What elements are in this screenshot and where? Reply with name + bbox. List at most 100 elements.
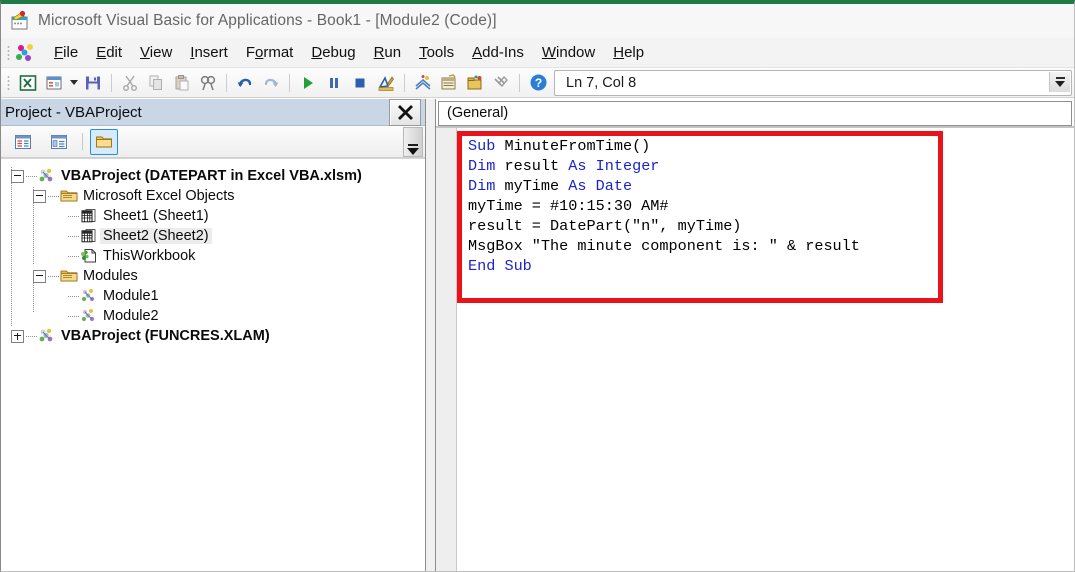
menu-item-help[interactable]: Help [604,42,653,63]
find-icon[interactable] [195,70,221,96]
pause-icon[interactable] [321,70,347,96]
code-keyword: Dim [468,157,505,175]
tree-connector [68,215,80,217]
tree-node[interactable]: Microsoft Excel Objects [7,186,425,206]
insert-userform-icon[interactable] [41,70,67,96]
toolbar-drag-grip[interactable] [7,74,10,91]
tree-node[interactable]: Sheet2 (Sheet2) [7,226,425,246]
stop-icon[interactable] [347,70,373,96]
view-object-button[interactable] [45,129,73,155]
design-mode-icon[interactable] [373,70,399,96]
code-keyword: Sub [468,137,505,155]
vba-app-icon [9,10,31,32]
collapse-icon[interactable] [11,169,24,183]
svg-text:?: ? [534,76,541,90]
close-icon[interactable] [389,98,421,126]
project-explorer-pane: Project - VBAProject VBAProject (DATEPAR… [1,98,425,571]
tree-node[interactable]: VBAProject (FUNCRES.XLAM) [7,326,425,346]
tree-node-label: Sheet1 (Sheet1) [103,208,209,224]
menu-drag-grip[interactable] [7,44,10,61]
menu-bar: File Edit View Insert Format Debug Run Tools Add… [1,38,1074,68]
help-icon[interactable]: ? [525,70,551,96]
code-line: result = DatePart("n", myTime) [468,216,860,236]
code-indicator-margin [436,128,457,571]
toolbox-icon[interactable] [488,70,514,96]
tree-connector [26,175,38,177]
tree-connector [48,195,60,197]
toolbar-separator [226,73,227,92]
code-keyword: As Integer [568,157,660,175]
code-token: result [504,157,569,175]
menu-item-insert[interactable]: Insert [181,42,237,63]
menu-item-edit[interactable]: Edit [87,42,131,63]
menu-item-window[interactable]: Window [533,42,604,63]
object-dropdown[interactable]: (General) [438,100,1072,126]
tree-node-label: Modules [83,268,138,284]
paste-icon[interactable] [169,70,195,96]
tree-node[interactable]: Modules [7,266,425,286]
folder-icon [60,268,78,285]
project-toolbar-separator [82,133,83,150]
menu-item-format[interactable]: Format [237,42,303,63]
undo-icon[interactable] [232,70,258,96]
insert-dropdown-caret[interactable] [67,71,80,95]
tree-guide-line [11,167,12,327]
menu-item-add-ins[interactable]: Add-Ins [463,42,533,63]
toolbar-separator [519,73,520,92]
cut-icon[interactable] [117,70,143,96]
tree-node-label: VBAProject (DATEPART in Excel VBA.xlsm) [61,168,362,184]
view-excel-icon[interactable] [15,70,41,96]
code-keyword: As Date [568,177,633,195]
main-split: Project - VBAProject VBAProject (DATEPAR… [1,98,1074,571]
menu-item-run[interactable]: Run [365,42,411,63]
save-icon[interactable] [80,70,106,96]
collapse-icon[interactable] [33,189,46,203]
expand-icon[interactable] [11,329,24,343]
line-col-status-combo[interactable]: Ln 7, Col 8 [554,69,1072,96]
properties-window-icon[interactable] [436,70,462,96]
menu-item-tools[interactable]: Tools [410,42,463,63]
tree-node-label: VBAProject (FUNCRES.XLAM) [61,328,270,344]
tree-node[interactable]: VBAProject (DATEPART in Excel VBA.xlsm) [7,166,425,186]
code-dropdown-bar: (General) [436,99,1074,128]
title-bar: Microsoft Visual Basic for Applications … [1,4,1074,38]
project-pane-scroll-down[interactable] [403,127,423,157]
copy-icon[interactable] [143,70,169,96]
status-dropdown-arrow[interactable] [1049,71,1070,92]
module-icon [80,308,98,325]
tree-node[interactable]: ThisWorkbook [7,246,425,266]
view-code-button[interactable] [9,129,37,155]
project-explorer-icon[interactable] [410,70,436,96]
pane-splitter[interactable] [425,99,436,571]
code-editor-body: Sub MinuteFromTime() Dim result As Intege… [436,128,1074,571]
window-title: Microsoft Visual Basic for Applications … [38,12,497,29]
tree-node[interactable]: Module2 [7,306,425,326]
menu-item-view[interactable]: View [131,42,181,63]
code-token: MinuteFromTime() [504,137,651,155]
menu-item-debug[interactable]: Debug [302,42,364,63]
tree-node[interactable]: Sheet1 (Sheet1) [7,206,425,226]
project-tree[interactable]: VBAProject (DATEPART in Excel VBA.xlsm) M… [1,158,425,571]
workbook-icon [80,248,98,265]
toolbar-separator [404,73,405,92]
object-browser-icon[interactable] [462,70,488,96]
line-col-status-text: Ln 7, Col 8 [566,74,637,91]
run-icon[interactable] [295,70,321,96]
tree-node[interactable]: Module1 [7,286,425,306]
toggle-folders-button[interactable] [90,128,118,155]
code-keyword: End Sub [468,257,532,275]
project-explorer-header: Project - VBAProject [1,98,425,126]
code-keyword: Dim [468,177,505,195]
tree-connector [68,315,80,317]
code-text[interactable]: Sub MinuteFromTime() Dim result As Intege… [468,136,860,276]
redo-icon[interactable] [258,70,284,96]
code-token: myTime [504,177,569,195]
code-editor-area[interactable]: Sub MinuteFromTime() Dim result As Intege… [457,128,1074,571]
project-explorer-toolbar [1,126,425,158]
collapse-icon[interactable] [33,269,46,283]
tree-connector [68,235,80,237]
menu-item-file[interactable]: File [45,42,87,63]
tree-connector [48,275,60,277]
tree-node-label: Microsoft Excel Objects [83,188,235,204]
tree-connector [68,255,80,257]
